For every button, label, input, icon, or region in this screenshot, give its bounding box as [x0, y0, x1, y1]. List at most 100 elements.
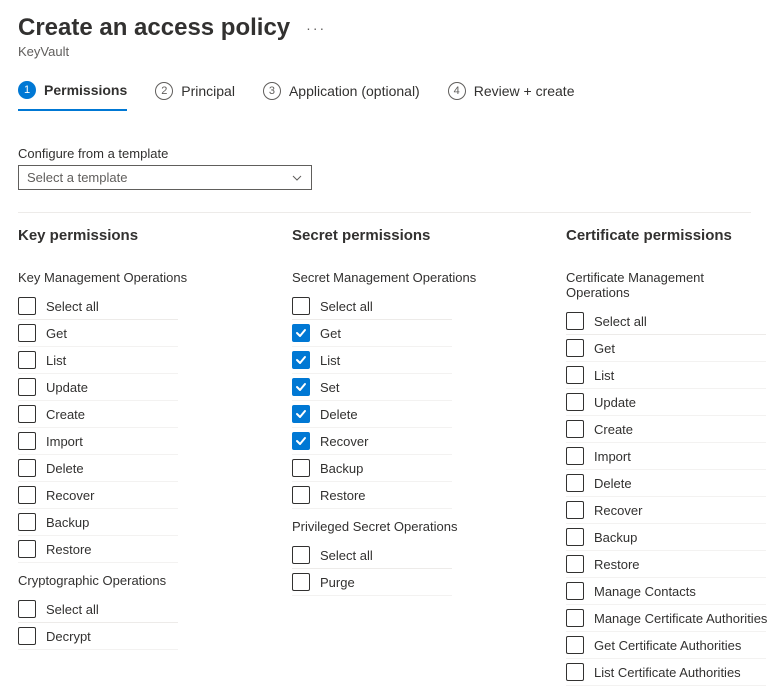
checkbox[interactable]: [566, 312, 584, 330]
checkbox[interactable]: [566, 501, 584, 519]
checkbox[interactable]: [18, 486, 36, 504]
permission-row[interactable]: Recover: [18, 482, 178, 509]
permission-row[interactable]: Backup: [292, 455, 452, 482]
checkbox[interactable]: [18, 513, 36, 531]
permission-label: Delete: [320, 407, 358, 422]
column-title: Secret permissions: [292, 227, 565, 244]
checkbox[interactable]: [18, 600, 36, 618]
operation-group-title: Key Management Operations: [18, 270, 291, 285]
permission-row[interactable]: Create: [566, 416, 766, 443]
wizard-step-1[interactable]: 1Permissions: [18, 81, 127, 111]
checkbox[interactable]: [18, 432, 36, 450]
permission-row[interactable]: Set: [292, 374, 452, 401]
template-label: Configure from a template: [18, 146, 751, 161]
checkbox[interactable]: [18, 459, 36, 477]
wizard-steps: 1Permissions 2Principal 3Application (opti…: [18, 81, 751, 112]
permission-label: Recover: [594, 503, 642, 518]
permission-row[interactable]: Restore: [566, 551, 766, 578]
permission-label: Select all: [320, 548, 373, 563]
permission-row[interactable]: Restore: [292, 482, 452, 509]
checkbox[interactable]: [18, 297, 36, 315]
checkbox[interactable]: [18, 405, 36, 423]
step-label: Application (optional): [289, 83, 420, 99]
permission-row[interactable]: Purge: [292, 569, 452, 596]
checkbox[interactable]: [566, 636, 584, 654]
permission-label: Select all: [46, 299, 99, 314]
permission-row[interactable]: Manage Certificate Authorities: [566, 605, 766, 632]
permission-row[interactable]: Restore: [18, 536, 178, 563]
operation-group-title: Secret Management Operations: [292, 270, 565, 285]
checkbox[interactable]: [292, 297, 310, 315]
permission-row[interactable]: Select all: [292, 542, 452, 569]
checkbox[interactable]: [18, 627, 36, 645]
checkbox[interactable]: [292, 486, 310, 504]
checkbox[interactable]: [566, 582, 584, 600]
permission-row[interactable]: Recover: [566, 497, 766, 524]
permission-row[interactable]: Select all: [18, 596, 178, 623]
permission-row[interactable]: Create: [18, 401, 178, 428]
checkbox[interactable]: [292, 546, 310, 564]
permission-row[interactable]: Get: [18, 320, 178, 347]
checkbox[interactable]: [292, 405, 310, 423]
page-title: Create an access policy: [18, 14, 290, 42]
permission-label: Backup: [320, 461, 363, 476]
column-title: Key permissions: [18, 227, 291, 244]
permission-row[interactable]: Decrypt: [18, 623, 178, 650]
checkbox[interactable]: [292, 378, 310, 396]
permission-label: Get: [320, 326, 341, 341]
step-label: Permissions: [44, 82, 127, 98]
permission-label: Create: [46, 407, 85, 422]
checkbox[interactable]: [292, 432, 310, 450]
permission-label: Update: [46, 380, 88, 395]
checkbox[interactable]: [18, 324, 36, 342]
template-select[interactable]: Select a template: [18, 165, 312, 190]
checkbox[interactable]: [566, 420, 584, 438]
permission-row[interactable]: Select all: [566, 308, 766, 335]
checkbox[interactable]: [18, 540, 36, 558]
permission-row[interactable]: List: [566, 362, 766, 389]
permission-row[interactable]: Import: [18, 428, 178, 455]
checkbox[interactable]: [292, 351, 310, 369]
more-icon[interactable]: ···: [306, 20, 326, 36]
permission-row[interactable]: Update: [566, 389, 766, 416]
permission-label: Recover: [320, 434, 368, 449]
checkbox[interactable]: [566, 528, 584, 546]
permission-row[interactable]: Recover: [292, 428, 452, 455]
permission-row[interactable]: Import: [566, 443, 766, 470]
permission-row[interactable]: Backup: [18, 509, 178, 536]
permission-row[interactable]: Get: [292, 320, 452, 347]
permission-row[interactable]: Select all: [292, 293, 452, 320]
wizard-step-2[interactable]: 2Principal: [155, 81, 235, 111]
checkbox[interactable]: [566, 366, 584, 384]
permission-row[interactable]: Update: [18, 374, 178, 401]
permission-row[interactable]: Delete: [292, 401, 452, 428]
permission-row[interactable]: Get: [566, 335, 766, 362]
checkbox[interactable]: [18, 378, 36, 396]
permission-row[interactable]: Select all: [18, 293, 178, 320]
checkbox[interactable]: [292, 324, 310, 342]
permission-label: Delete: [594, 476, 632, 491]
checkbox[interactable]: [566, 663, 584, 681]
permission-row[interactable]: List Certificate Authorities: [566, 659, 766, 686]
permission-row[interactable]: Get Certificate Authorities: [566, 632, 766, 659]
checkbox[interactable]: [292, 573, 310, 591]
checkbox[interactable]: [566, 609, 584, 627]
checkbox[interactable]: [566, 393, 584, 411]
wizard-step-3[interactable]: 3Application (optional): [263, 81, 420, 111]
checkbox[interactable]: [566, 447, 584, 465]
permission-row[interactable]: Delete: [18, 455, 178, 482]
checkbox[interactable]: [292, 459, 310, 477]
permission-row[interactable]: Backup: [566, 524, 766, 551]
wizard-step-4[interactable]: 4Review + create: [448, 81, 575, 111]
permission-label: List: [46, 353, 66, 368]
permission-row[interactable]: Delete: [566, 470, 766, 497]
permission-row[interactable]: List: [18, 347, 178, 374]
checkbox[interactable]: [18, 351, 36, 369]
checkbox[interactable]: [566, 474, 584, 492]
permission-label: Purge: [320, 575, 355, 590]
step-label: Principal: [181, 83, 235, 99]
checkbox[interactable]: [566, 555, 584, 573]
permission-row[interactable]: Manage Contacts: [566, 578, 766, 605]
permission-row[interactable]: List: [292, 347, 452, 374]
checkbox[interactable]: [566, 339, 584, 357]
